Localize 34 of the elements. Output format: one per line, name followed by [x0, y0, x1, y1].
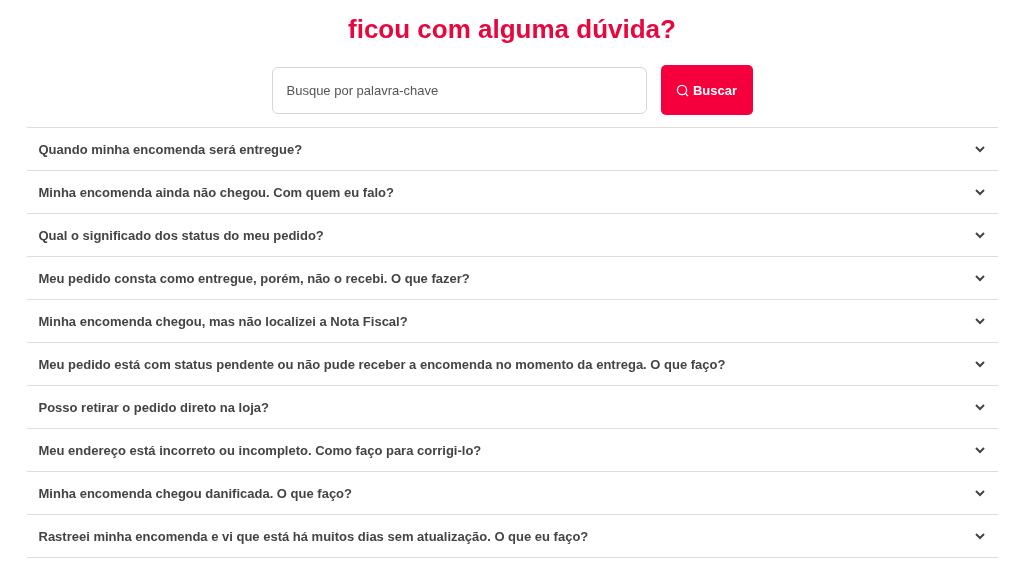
- faq-item[interactable]: Minha encomenda chegou danificada. O que faço?: [26, 472, 998, 515]
- faq-question: Qual o significado dos status do meu pedido?: [38, 227, 324, 243]
- faq-question: Minha encomenda chegou danificada. O que faço?: [38, 485, 352, 501]
- faq-question: Minha encomenda ainda não chegou. Com quem eu falo?: [38, 184, 394, 200]
- faq-item[interactable]: Meu pedido consta como entregue, porém, não o recebi. O que fazer?: [26, 257, 998, 300]
- search-icon: [675, 83, 689, 97]
- faq-item[interactable]: Minha encomenda ainda não chegou. Com quem eu falo?: [26, 171, 998, 214]
- chevron-down-icon: [974, 145, 985, 153]
- faq-question: Meu pedido consta como entregue, porém, não o recebi. O que fazer?: [38, 270, 470, 286]
- chevron-down-icon: [974, 446, 985, 454]
- faq-question: Meu pedido está com status pendente ou não pude receber a encomenda no momento da entrega. O que faço?: [38, 356, 726, 372]
- search-field[interactable]: Busque por palavra-chave: [271, 66, 647, 114]
- faq-question: Posso retirar o pedido direto na loja?: [38, 399, 269, 415]
- faq-item[interactable]: Meu pedido está com status pendente ou não pude receber a encomenda no momento da entrega. O que faço?: [26, 343, 998, 386]
- faq-item[interactable]: Minha encomenda chegou, mas não localizei a Nota Fiscal?: [26, 300, 998, 343]
- faq-question: Meu endereço está incorreto ou incompleto. Como faço para corrigi-lo?: [38, 442, 482, 458]
- faq-question: Minha encomenda chegou, mas não localizei a Nota Fiscal?: [38, 313, 408, 329]
- chevron-down-icon: [974, 403, 985, 411]
- chevron-down-icon: [974, 188, 985, 196]
- chevron-down-icon: [974, 489, 985, 497]
- chevron-down-icon: [974, 274, 985, 282]
- faq-item[interactable]: Qual o significado dos status do meu pedido?: [26, 214, 998, 257]
- chevron-down-icon: [974, 317, 985, 325]
- chevron-down-icon: [974, 231, 985, 239]
- page-title: ficou com alguma dúvida?: [348, 14, 676, 45]
- chevron-down-icon: [974, 360, 985, 368]
- faq-question: Quando minha encomenda será entregue?: [38, 141, 303, 157]
- chevron-down-icon: [974, 532, 985, 540]
- faq-item[interactable]: Posso retirar o pedido direto na loja?: [26, 386, 998, 429]
- search-button[interactable]: Buscar: [660, 65, 753, 115]
- faq-item[interactable]: Quando minha encomenda será entregue?: [26, 128, 998, 171]
- faq-item[interactable]: Rastreei minha encomenda e vi que está há muitos dias sem atualização. O que eu faço?: [26, 515, 998, 558]
- faq-question: Rastreei minha encomenda e vi que está há muitos dias sem atualização. O que eu faço?: [38, 528, 589, 544]
- faq-item[interactable]: Meu endereço está incorreto ou incompleto. Como faço para corrigi-lo?: [26, 429, 998, 472]
